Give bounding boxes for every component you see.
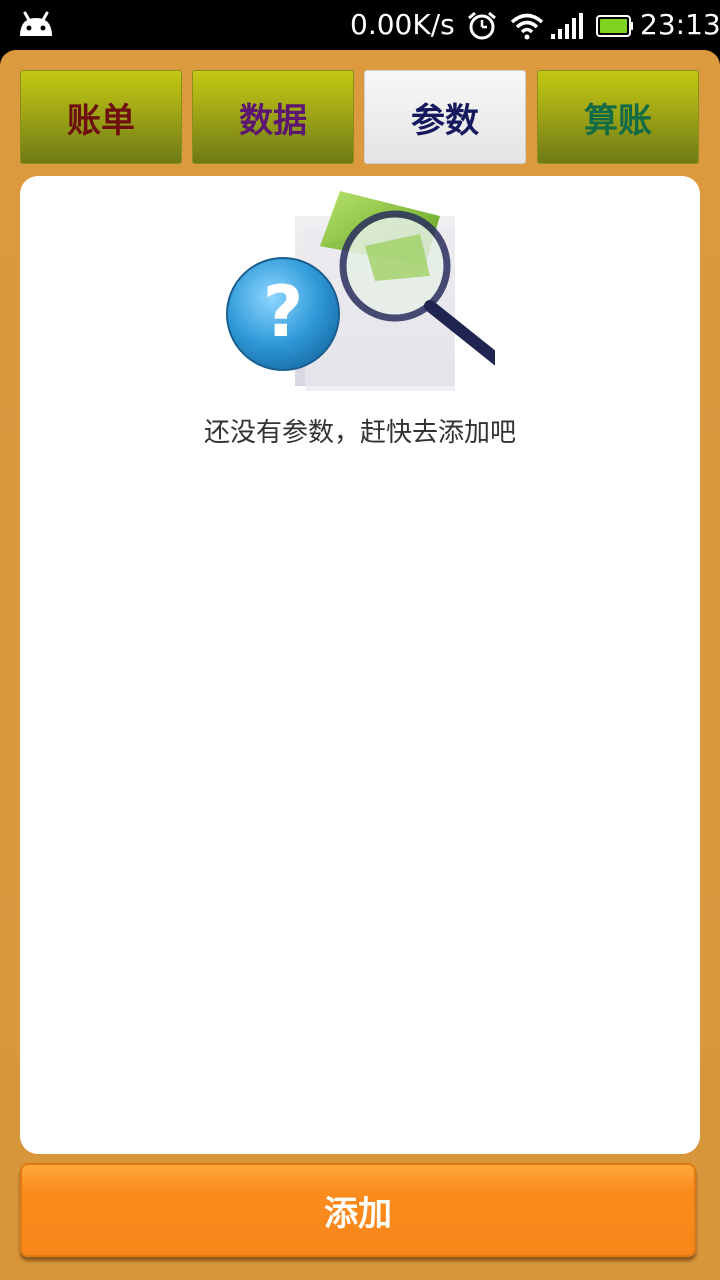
svg-text:?: ? xyxy=(263,271,304,353)
tab-settle[interactable]: 算账 xyxy=(537,70,699,164)
wifi-icon xyxy=(510,13,544,40)
status-bar: 0.00K/s 23:13 xyxy=(0,0,720,50)
battery-icon xyxy=(596,15,633,37)
tab-data[interactable]: 数据 xyxy=(192,70,354,164)
app-frame: 账单 数据 参数 算账 ? 还没有参数，赶快去添加吧 添加 xyxy=(0,50,720,1280)
add-button[interactable]: 添加 xyxy=(20,1163,696,1257)
empty-message: 还没有参数，赶快去添加吧 xyxy=(203,418,516,448)
content-panel: ? 还没有参数，赶快去添加吧 xyxy=(20,176,700,1154)
tab-params[interactable]: 参数 xyxy=(364,70,526,164)
signal-icon xyxy=(551,13,583,39)
tab-bills[interactable]: 账单 xyxy=(20,70,182,164)
clock: 23:13 xyxy=(640,8,720,41)
android-icon xyxy=(20,11,52,36)
alarm-icon xyxy=(468,11,496,40)
network-speed: 0.00K/s xyxy=(350,8,455,41)
search-question-icon: ? xyxy=(226,191,495,391)
